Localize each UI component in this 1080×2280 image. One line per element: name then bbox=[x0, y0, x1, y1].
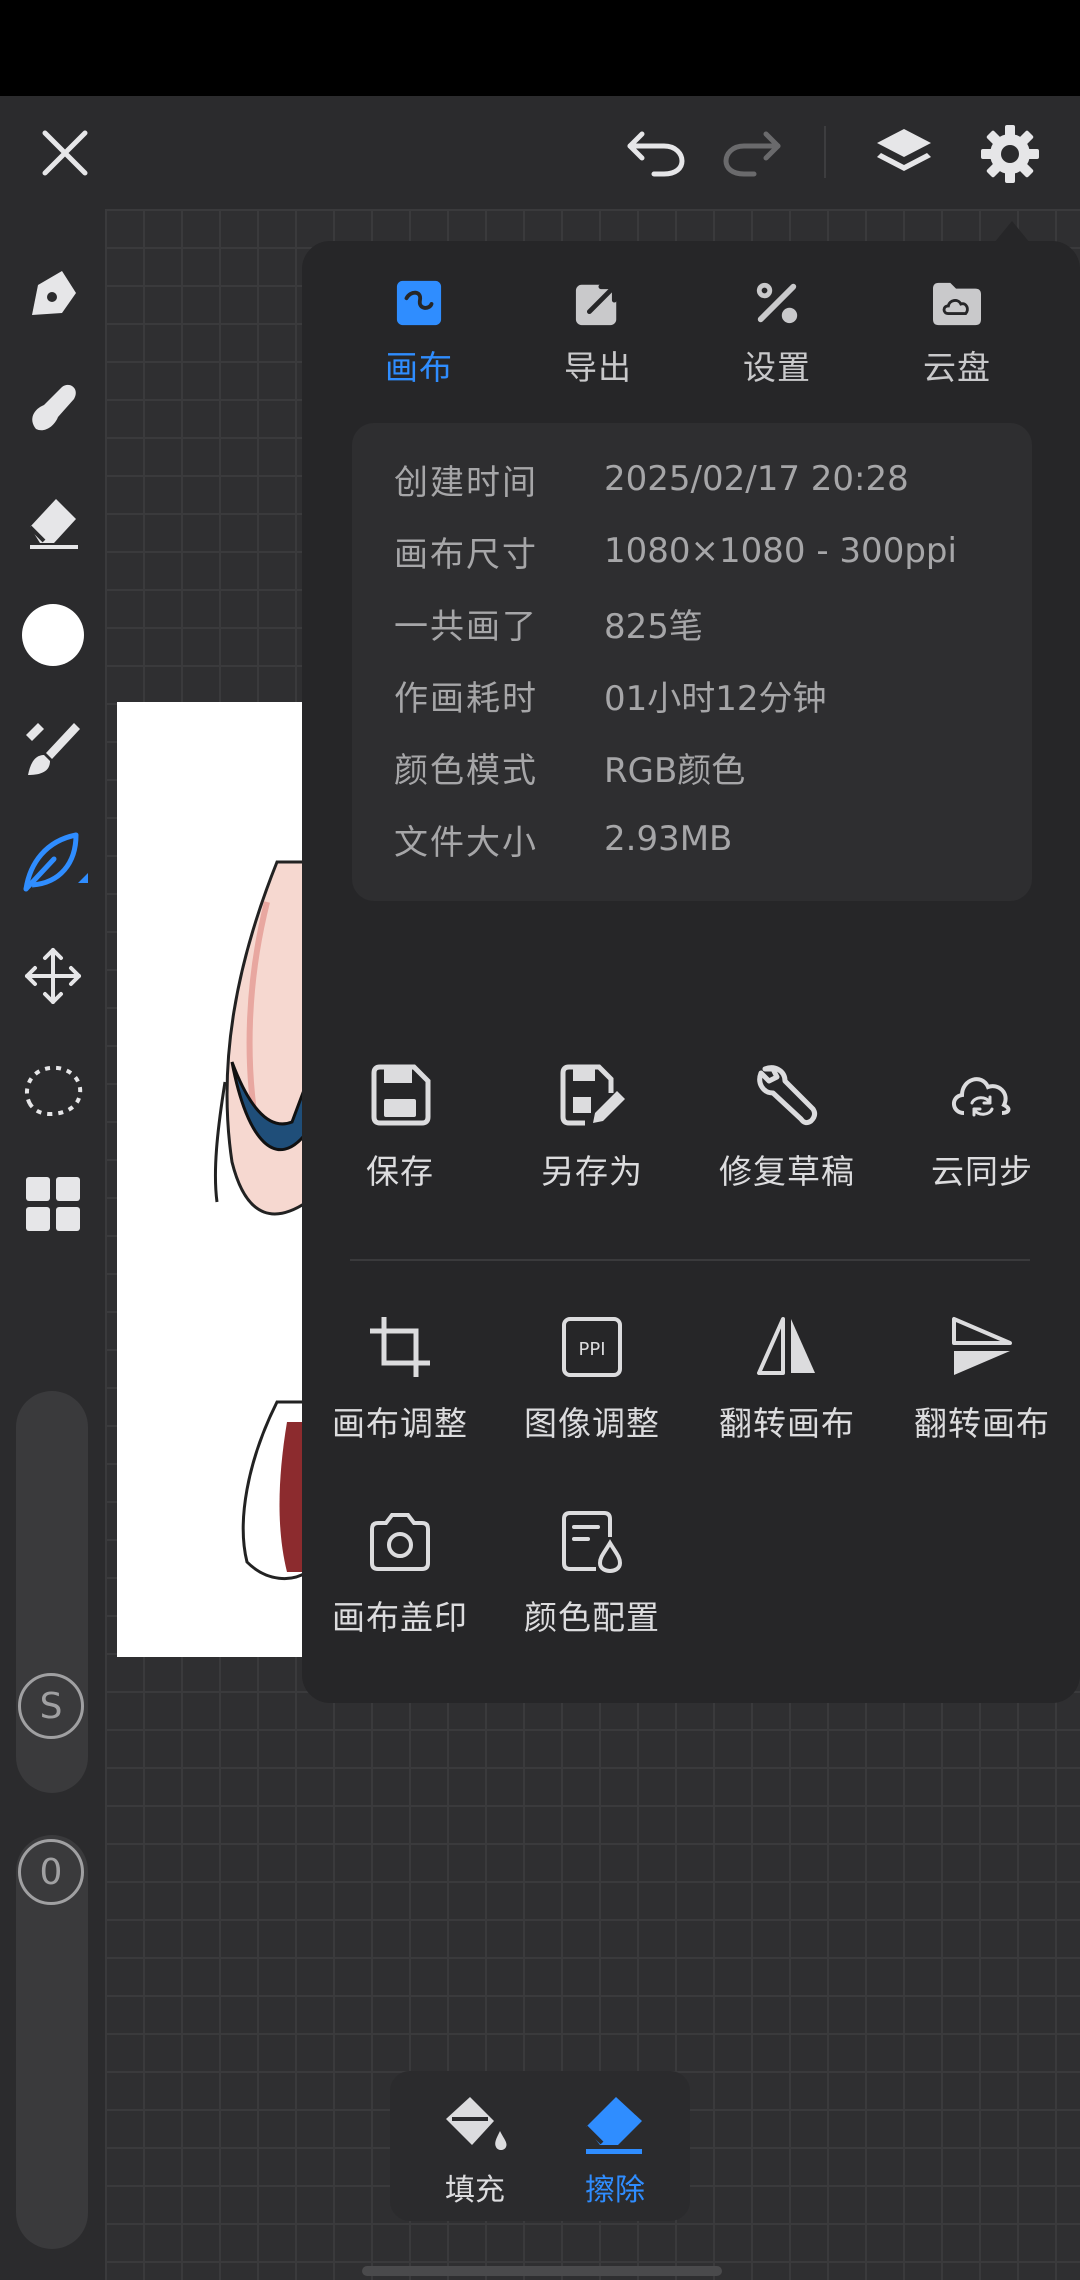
info-key: 作画耗时 bbox=[394, 678, 538, 719]
info-row: 一共画了 825笔 bbox=[394, 587, 703, 659]
tab-label: 画布 bbox=[385, 348, 453, 387]
info-key: 创建时间 bbox=[394, 462, 538, 503]
size-button[interactable]: S bbox=[18, 1673, 84, 1739]
color-profile-icon bbox=[562, 1511, 623, 1573]
canvas-stamp-button[interactable]: 画布盖印 bbox=[305, 1509, 495, 1669]
layers-icon[interactable] bbox=[866, 116, 942, 192]
info-value: 01小时12分钟 bbox=[604, 678, 827, 719]
eraser-icon[interactable] bbox=[0, 475, 105, 565]
info-row: 颜色模式 RGB颜色 bbox=[394, 731, 745, 803]
top-toolbar bbox=[0, 96, 1080, 209]
opacity-button[interactable]: 0 bbox=[18, 1839, 84, 1905]
move-icon[interactable] bbox=[0, 931, 105, 1021]
size-button-label: S bbox=[39, 1685, 63, 1727]
action-label: 保存 bbox=[366, 1152, 434, 1191]
home-indicator bbox=[362, 2266, 722, 2276]
info-row: 文件大小 2.93MB bbox=[394, 803, 732, 875]
wrench-icon bbox=[757, 1065, 818, 1126]
action-label: 图像调整 bbox=[524, 1404, 660, 1443]
color-swatch[interactable] bbox=[0, 590, 105, 680]
crop-icon bbox=[370, 1317, 430, 1377]
action-label: 云同步 bbox=[931, 1152, 1033, 1191]
redo-icon[interactable] bbox=[718, 120, 788, 186]
ppi-icon: PPI bbox=[562, 1317, 622, 1377]
gear-icon[interactable] bbox=[972, 116, 1048, 192]
info-row: 画布尺寸 1080×1080 - 300ppi bbox=[394, 515, 957, 587]
artwork-illustration bbox=[213, 860, 307, 1581]
bottom-tool-label: 擦除 bbox=[585, 2173, 645, 2208]
info-value: 1080×1080 - 300ppi bbox=[604, 531, 957, 571]
bottom-quick-tools: 填充 擦除 bbox=[390, 2071, 690, 2221]
info-value: 825笔 bbox=[604, 606, 703, 647]
fill-tool-button[interactable]: 填充 bbox=[410, 2093, 540, 2209]
canvas-info-panel: 创建时间 2025/02/17 20:28 画布尺寸 1080×1080 - 300… bbox=[352, 423, 1032, 901]
repair-draft-button[interactable]: 修复草稿 bbox=[692, 1063, 882, 1223]
bottom-tool-label: 填充 bbox=[445, 2173, 505, 2208]
color-profile-button[interactable]: 颜色配置 bbox=[497, 1509, 687, 1669]
cloud-folder-icon bbox=[933, 282, 981, 326]
lasso-icon[interactable] bbox=[0, 1045, 105, 1135]
action-label: 翻转画布 bbox=[719, 1404, 855, 1443]
smudge-icon[interactable] bbox=[0, 361, 105, 451]
info-key: 一共画了 bbox=[394, 606, 538, 647]
action-label: 翻转画布 bbox=[914, 1404, 1050, 1443]
left-tool-sidebar: S 0 bbox=[0, 209, 105, 2280]
tools-icon bbox=[756, 282, 798, 324]
info-value: 2025/02/17 20:28 bbox=[604, 459, 909, 499]
menu-divider bbox=[350, 1259, 1030, 1261]
action-label: 修复草稿 bbox=[719, 1152, 855, 1191]
action-label: 画布调整 bbox=[332, 1404, 468, 1443]
action-label: 颜色配置 bbox=[524, 1598, 660, 1637]
cloud-sync-button[interactable]: 云同步 bbox=[887, 1063, 1077, 1223]
close-icon[interactable] bbox=[30, 118, 100, 188]
erase-tool-button[interactable]: 擦除 bbox=[550, 2093, 680, 2209]
flip-vertical-icon bbox=[952, 1317, 1012, 1375]
action-label: 另存为 bbox=[541, 1152, 643, 1191]
tab-cloud[interactable]: 云盘 bbox=[882, 279, 1032, 389]
tab-export[interactable]: 导出 bbox=[523, 279, 673, 389]
canvas-menu-popup: 画布 导出 设置 云盘 创建时间 2025/02/17 20:28 画布尺寸 108… bbox=[302, 221, 1080, 1703]
tab-label: 导出 bbox=[564, 348, 632, 387]
artwork-canvas[interactable] bbox=[117, 702, 307, 1657]
tab-settings[interactable]: 设置 bbox=[702, 279, 852, 389]
tab-canvas[interactable]: 画布 bbox=[344, 279, 494, 389]
camera-icon bbox=[370, 1513, 430, 1571]
info-key: 颜色模式 bbox=[394, 750, 538, 791]
canvas-adjust-button[interactable]: 画布调整 bbox=[305, 1315, 495, 1475]
popup-arrow bbox=[994, 221, 1030, 243]
save-icon bbox=[371, 1064, 431, 1126]
opacity-button-label: 0 bbox=[39, 1851, 63, 1893]
image-adjust-button[interactable]: PPI 图像调整 bbox=[497, 1315, 687, 1475]
action-label: 画布盖印 bbox=[332, 1598, 468, 1637]
leaf-brush-icon[interactable] bbox=[0, 817, 105, 907]
save-button[interactable]: 保存 bbox=[305, 1063, 495, 1223]
export-icon bbox=[575, 284, 617, 326]
info-key: 文件大小 bbox=[394, 822, 538, 863]
flip-vertical-button[interactable]: 翻转画布 bbox=[887, 1315, 1077, 1475]
svg-text:PPI: PPI bbox=[578, 1339, 605, 1360]
tab-label: 设置 bbox=[743, 348, 811, 387]
flip-horizontal-icon bbox=[757, 1317, 815, 1375]
cloud-sync-icon bbox=[952, 1077, 1011, 1117]
brush-icon[interactable] bbox=[0, 703, 105, 793]
info-key: 画布尺寸 bbox=[394, 534, 538, 575]
save-as-button[interactable]: 另存为 bbox=[497, 1063, 687, 1223]
info-row: 创建时间 2025/02/17 20:28 bbox=[394, 443, 909, 515]
info-value: RGB颜色 bbox=[604, 750, 746, 791]
pen-icon[interactable] bbox=[0, 249, 105, 339]
save-as-icon bbox=[560, 1064, 625, 1126]
eraser-icon bbox=[584, 2097, 642, 2154]
grid-menu-icon[interactable] bbox=[0, 1159, 105, 1249]
app-root: S 0 画布 导出 设置 云盘 创建时间 2025/02/17 20:28 画布尺… bbox=[0, 96, 1080, 2280]
status-bar bbox=[0, 0, 1080, 96]
undo-icon[interactable] bbox=[620, 120, 690, 186]
flip-horizontal-button[interactable]: 翻转画布 bbox=[692, 1315, 882, 1475]
fill-bucket-icon bbox=[446, 2097, 507, 2150]
info-value: 2.93MB bbox=[604, 819, 733, 859]
tab-label: 云盘 bbox=[923, 348, 991, 387]
canvas-icon bbox=[396, 280, 442, 326]
toolbar-divider bbox=[824, 126, 826, 178]
info-row: 作画耗时 01小时12分钟 bbox=[394, 659, 827, 731]
